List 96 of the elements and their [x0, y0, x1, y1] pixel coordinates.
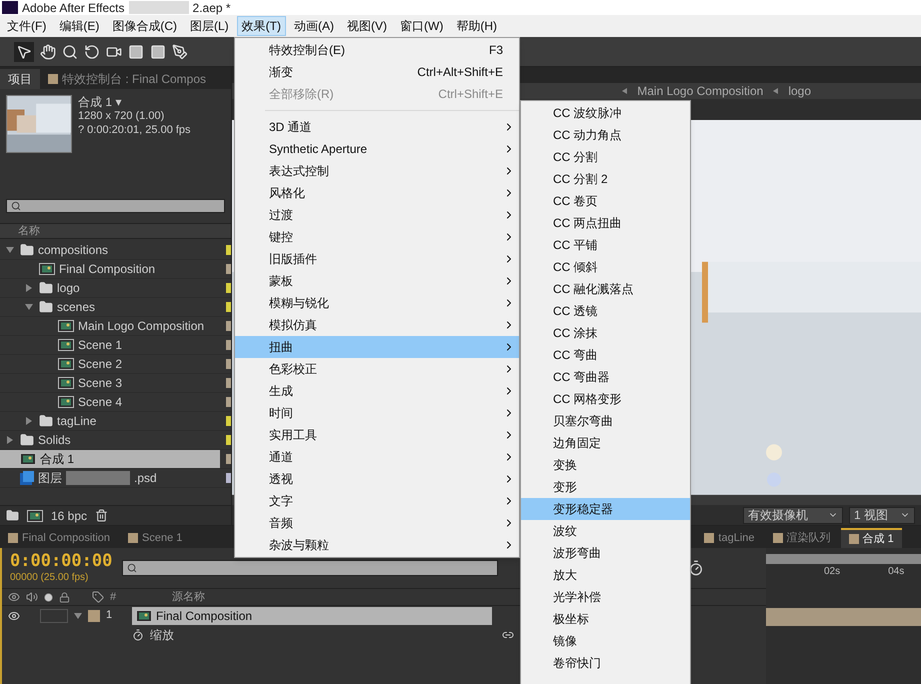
layer-number: 1 — [106, 608, 114, 624]
project-item[interactable]: Scene 2 — [0, 355, 220, 373]
submenu-item[interactable]: 通道 — [235, 446, 519, 468]
project-item[interactable]: Scene 1 — [0, 336, 220, 354]
submenu-item[interactable]: 时间 — [235, 402, 519, 424]
menu-item[interactable]: CC 动力角点 — [521, 124, 690, 146]
submenu-item[interactable]: 旧版插件 — [235, 248, 519, 270]
menu-item[interactable]: CC 波纹脉冲 — [521, 102, 690, 124]
submenu-item[interactable]: 模拟仿真 — [235, 314, 519, 336]
breadcrumb-link[interactable]: logo — [788, 82, 811, 100]
property-name: 缩放 — [150, 626, 174, 644]
timeline-tab[interactable]: Scene 1 — [120, 528, 190, 548]
window-title: Adobe After Effects — [22, 0, 125, 16]
menu-bar-item[interactable]: 视图(V) — [342, 16, 392, 36]
menu-item[interactable]: CC 分割 2 — [521, 168, 690, 190]
layer-row[interactable]: Final Composition — [132, 606, 492, 624]
timeline-tab[interactable]: 渲染队列 — [764, 528, 839, 548]
color-depth-label[interactable]: 16 bpc — [51, 506, 88, 524]
column-header: # — [110, 590, 116, 605]
composition-name: 合成 1 ▾ — [78, 95, 122, 109]
submenu-item[interactable]: 3D 通道 — [235, 116, 519, 138]
menu-item[interactable]: CC 涂抹 — [521, 322, 690, 344]
project-item[interactable]: compositions — [0, 241, 220, 259]
menu-bar-item[interactable]: 文件(F) — [2, 16, 52, 36]
frame-info: 00000 (25.00 fps) — [10, 570, 90, 584]
menu-item[interactable]: CC 融化溅落点 — [521, 278, 690, 300]
project-item[interactable]: tagLine — [0, 412, 220, 430]
menu-item[interactable]: CC 两点扭曲 — [521, 212, 690, 234]
menu-item[interactable]: 渐变 Ctrl+Alt+Shift+E — [235, 61, 519, 83]
timeline-tab[interactable]: tagLine — [696, 528, 763, 548]
menu-item[interactable]: 变形 — [521, 476, 690, 498]
submenu-item[interactable]: 生成 — [235, 380, 519, 402]
menu-item[interactable]: 波形弯曲 — [521, 542, 690, 564]
menu-item[interactable]: CC 卷页 — [521, 190, 690, 212]
submenu-item[interactable]: 透视 — [235, 468, 519, 490]
project-item[interactable]: Main Logo Composition — [0, 317, 220, 335]
project-item[interactable]: Final Composition — [0, 260, 220, 278]
menu-item[interactable]: CC 弯曲 — [521, 344, 690, 366]
menu-item[interactable]: CC 平铺 — [521, 234, 690, 256]
panel-tab[interactable]: 特效控制台 : Final Compos — [40, 69, 214, 89]
menu-bar-item[interactable]: 效果(T) — [236, 16, 286, 36]
submenu-item[interactable]: Synthetic Aperture — [235, 138, 519, 160]
submenu-item[interactable]: 扭曲 — [235, 336, 519, 358]
breadcrumb-link[interactable]: Main Logo Composition — [637, 82, 764, 100]
submenu-item[interactable]: 杂波与颗粒 — [235, 534, 519, 556]
project-item[interactable]: Solids — [0, 431, 220, 449]
submenu-item[interactable]: 文字 — [235, 490, 519, 512]
project-item[interactable]: scenes — [0, 298, 220, 316]
time-ruler-label: 04s — [888, 565, 904, 579]
submenu-item[interactable]: 模糊与锐化 — [235, 292, 519, 314]
submenu-item[interactable]: 风格化 — [235, 182, 519, 204]
menu-item[interactable]: 变换 — [521, 454, 690, 476]
menu-item[interactable]: 变形稳定器 — [521, 498, 690, 520]
submenu-item[interactable]: 色彩校正 — [235, 358, 519, 380]
menu-item[interactable]: 极坐标 — [521, 608, 690, 630]
menu-bar-item[interactable]: 编辑(E) — [54, 16, 104, 36]
menu-item[interactable]: 放大 — [521, 564, 690, 586]
submenu-item[interactable]: 表达式控制 — [235, 160, 519, 182]
project-item[interactable]: 图层 .psd — [0, 469, 220, 487]
project-item[interactable]: Scene 3 — [0, 374, 220, 392]
column-header: 源名称 — [172, 590, 206, 605]
menu-item[interactable]: 贝塞尔弯曲 — [521, 410, 690, 432]
menu-item[interactable]: CC 透镜 — [521, 300, 690, 322]
submenu-item[interactable]: 过渡 — [235, 204, 519, 226]
menu-item[interactable]: 边角固定 — [521, 432, 690, 454]
menu-bar-item[interactable]: 动画(A) — [289, 16, 339, 36]
timecode[interactable]: 0:00:00:00 — [10, 552, 112, 570]
submenu-item[interactable]: 蒙板 — [235, 270, 519, 292]
submenu-item[interactable]: 实用工具 — [235, 424, 519, 446]
submenu-item[interactable]: 键控 — [235, 226, 519, 248]
time-ruler-label: 02s — [824, 565, 840, 579]
menu-item[interactable]: 光学补偿 — [521, 586, 690, 608]
menu-item[interactable]: 卷帘快门 — [521, 652, 690, 674]
menu-bar-item[interactable]: 帮助(H) — [451, 16, 502, 36]
project-item[interactable]: logo — [0, 279, 220, 297]
window-title-file: 2.aep * — [192, 0, 231, 16]
composition-duration: ? 0:00:20:01, 25.00 fps — [78, 123, 191, 137]
camera-dropdown[interactable]: 有效摄像机 — [743, 506, 843, 524]
column-header[interactable]: 名称 — [18, 222, 40, 240]
composition-resolution: 1280 x 720 (1.00) — [78, 109, 166, 123]
view-layout-dropdown[interactable]: 1 视图 — [849, 506, 915, 524]
menu-item[interactable]: 波纹 — [521, 520, 690, 542]
menu-item[interactable]: CC 分割 — [521, 146, 690, 168]
menu-bar-item[interactable]: 图层(L) — [185, 16, 234, 36]
menu-bar-item[interactable]: 窗口(W) — [395, 16, 448, 36]
submenu-item[interactable]: 音频 — [235, 512, 519, 534]
menu-item[interactable]: CC 倾斜 — [521, 256, 690, 278]
menu-item[interactable]: CC 网格变形 — [521, 388, 690, 410]
project-item[interactable]: 合成 1 — [0, 450, 220, 468]
timeline-tab[interactable]: Final Composition — [0, 528, 118, 548]
panel-tab[interactable]: 项目 — [0, 69, 40, 89]
timeline-tab[interactable]: 合成 1 — [840, 528, 902, 548]
project-item[interactable]: Scene 4 — [0, 393, 220, 411]
menu-item[interactable]: CC 弯曲器 — [521, 366, 690, 388]
menu-item[interactable]: 镜像 — [521, 630, 690, 652]
menu-bar-item[interactable]: 图像合成(C) — [107, 16, 182, 36]
